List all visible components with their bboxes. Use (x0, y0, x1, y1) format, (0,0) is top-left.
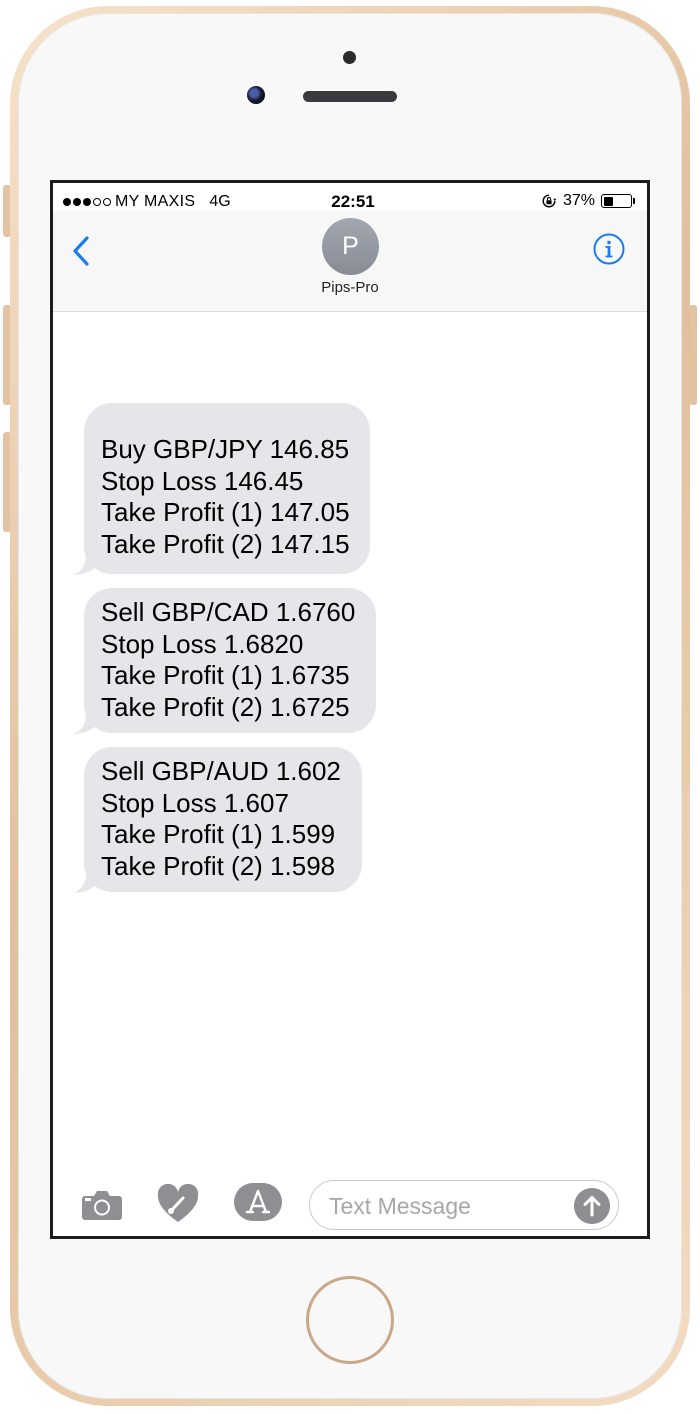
message-line: Take Profit (2) 1.6725 (101, 691, 350, 722)
message-composer: Text Message (53, 1168, 647, 1236)
bubble-tail (74, 554, 100, 575)
battery-percent: 37% (562, 192, 595, 209)
incoming-message-bubble[interactable]: Buy GBP/JPY 146.85 Stop Loss 146.45 Take… (84, 403, 370, 574)
rotation-lock-icon (542, 194, 557, 208)
avatar[interactable]: P (322, 218, 379, 275)
front-camera-icon (247, 86, 265, 104)
home-button[interactable] (306, 1276, 394, 1364)
incoming-message-bubble[interactable]: Sell GBP/CAD 1.6760 Stop Loss 1.6820 Tak… (84, 588, 376, 733)
message-line: Stop Loss 1.6820 (101, 628, 304, 659)
digital-touch-icon[interactable] (156, 1184, 200, 1224)
message-line: Take Profit (1) 1.6735 (101, 660, 350, 690)
message-input-placeholder: Text Message (329, 1193, 471, 1219)
power-button (689, 305, 697, 405)
send-arrow-icon[interactable] (574, 1188, 610, 1224)
message-line: Stop Loss 146.45 (101, 465, 304, 496)
message-line: Sell GBP/AUD 1.602 (101, 756, 341, 786)
message-input[interactable]: Text Message (309, 1180, 619, 1230)
message-line: Buy GBP/JPY 146.85 (101, 434, 350, 464)
conversation-header: P Pips-Pro (53, 211, 647, 312)
screen: MY MAXIS 4G 22:51 37% P Pips-Pro Buy GBP… (50, 180, 650, 1239)
camera-icon[interactable] (81, 1188, 123, 1222)
earpiece-speaker (303, 91, 397, 102)
message-line: Sell GBP/CAD 1.6760 (101, 597, 356, 627)
incoming-message-bubble[interactable]: Sell GBP/AUD 1.602 Stop Loss 1.607 Take … (84, 747, 362, 892)
chevron-left-icon[interactable] (71, 235, 91, 267)
message-line: Take Profit (2) 147.15 (101, 528, 350, 559)
battery-icon (601, 194, 632, 208)
message-line: Take Profit (1) 147.05 (101, 497, 350, 527)
proximity-sensor (343, 51, 356, 64)
contact-name[interactable]: Pips-Pro (53, 279, 647, 296)
message-line: Stop Loss 1.607 (101, 787, 289, 818)
bubble-tail (74, 713, 100, 734)
bubble-tail (74, 872, 100, 893)
message-line: Take Profit (2) 1.598 (101, 850, 336, 881)
message-thread[interactable]: Buy GBP/JPY 146.85 Stop Loss 146.45 Take… (53, 311, 647, 1161)
message-line (101, 413, 354, 434)
app-store-icon[interactable] (233, 1182, 283, 1222)
info-icon[interactable] (593, 233, 625, 265)
battery-cap (633, 198, 635, 204)
battery-fill (603, 196, 613, 206)
message-line: Take Profit (1) 1.599 (101, 819, 336, 849)
